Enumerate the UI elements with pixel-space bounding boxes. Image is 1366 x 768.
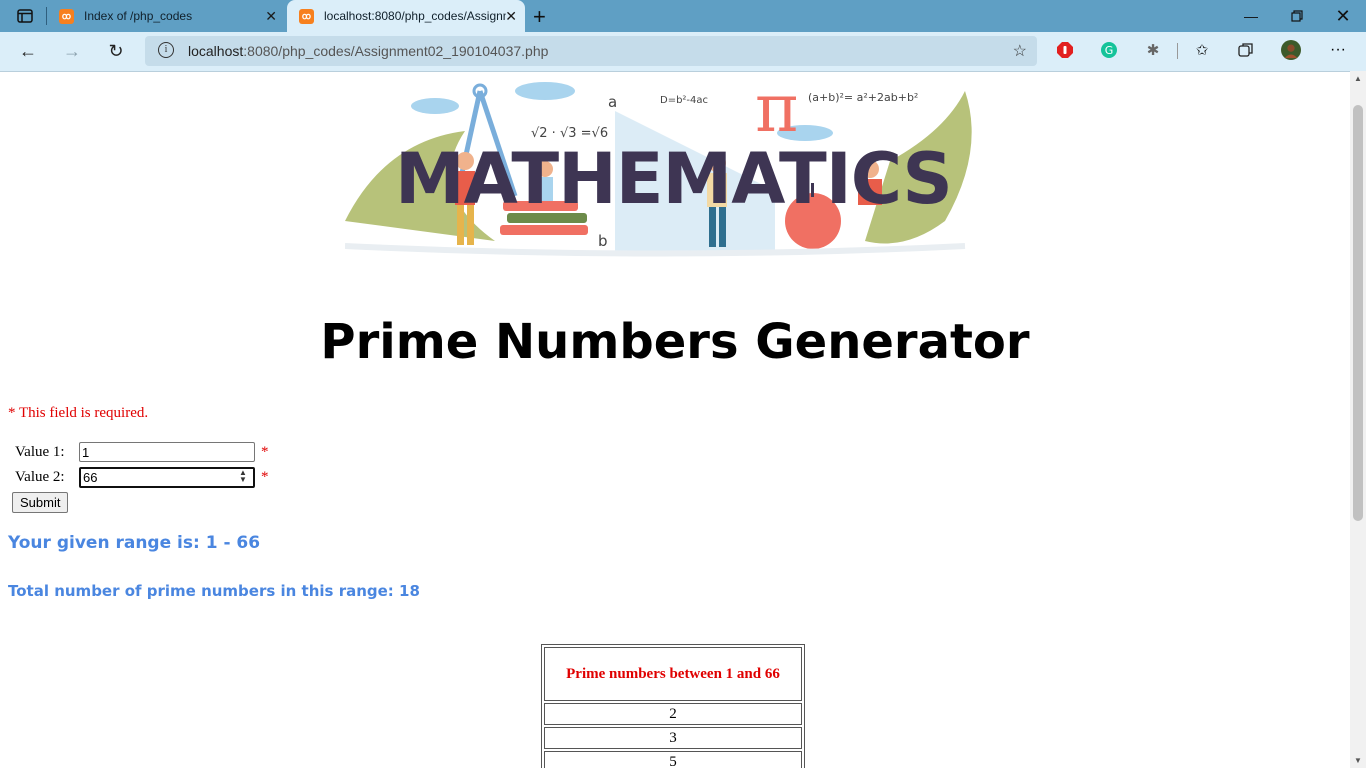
- refresh-icon[interactable]: ↻: [102, 39, 130, 63]
- tab-title: Index of /php_codes: [84, 9, 193, 23]
- toolbar-divider: [1177, 43, 1178, 59]
- value1-input[interactable]: [79, 442, 255, 462]
- bug-extension-icon[interactable]: ✱: [1143, 40, 1163, 60]
- restore-icon[interactable]: [1274, 0, 1320, 32]
- scroll-up-icon[interactable]: ▲: [1354, 74, 1362, 83]
- minimize-icon[interactable]: —: [1228, 0, 1274, 32]
- total-primes-text: Total number of prime numbers in this ra…: [8, 582, 420, 600]
- adblock-extension-icon[interactable]: [1055, 40, 1075, 60]
- grammarly-extension-icon[interactable]: G: [1099, 40, 1119, 60]
- new-tab-icon[interactable]: +: [533, 4, 546, 30]
- table-row: 2: [544, 703, 802, 725]
- required-star: *: [261, 468, 269, 485]
- svg-text:b: b: [598, 232, 608, 250]
- profile-avatar[interactable]: [1281, 40, 1301, 60]
- close-tab-icon[interactable]: ✕: [265, 8, 277, 25]
- value2-label: Value 2:: [15, 468, 65, 485]
- forward-icon[interactable]: →: [58, 39, 86, 63]
- table-row: 5: [544, 751, 802, 768]
- tab-title: localhost:8080/php_codes/Assignment02_19…: [324, 9, 506, 23]
- tab-index-php-codes[interactable]: ꝏ Index of /php_codes ✕: [47, 0, 285, 32]
- svg-text:G: G: [1105, 44, 1114, 57]
- table-header: Prime numbers between 1 and 66: [544, 647, 802, 701]
- collections-icon[interactable]: [1236, 40, 1256, 60]
- tab-assignment[interactable]: ꝏ localhost:8080/php_codes/Assignment02_…: [287, 0, 525, 32]
- address-bar[interactable]: i localhost:8080/php_codes/Assignment02_…: [145, 36, 1037, 66]
- site-info-icon[interactable]: i: [158, 42, 174, 58]
- more-options-icon[interactable]: ···: [1328, 40, 1348, 60]
- value1-label: Value 1:: [15, 443, 65, 460]
- required-field-note: * This field is required.: [8, 405, 149, 421]
- submit-button[interactable]: Submit: [12, 492, 69, 513]
- xampp-icon: ꝏ: [299, 8, 314, 24]
- svg-text:D=b²-4ac: D=b²-4ac: [660, 95, 708, 106]
- tab-bar: ꝏ Index of /php_codes ✕ ꝏ localhost:8080…: [0, 0, 1366, 32]
- tab-actions-icon: [17, 9, 33, 23]
- close-window-icon[interactable]: ✕: [1320, 0, 1366, 32]
- vertical-scrollbar[interactable]: ▲ ▼: [1350, 71, 1366, 768]
- page-viewport: π a D=b²-4ac (a+b)²= a²+2ab+b² √2 · √3 =…: [0, 71, 1350, 768]
- prime-numbers-table: Prime numbers between 1 and 66 2 3 5: [541, 644, 805, 768]
- svg-text:a: a: [608, 93, 617, 111]
- close-tab-icon[interactable]: ✕: [505, 8, 517, 25]
- number-spinner-icon[interactable]: ▲ ▼: [239, 469, 247, 484]
- tab-actions-button[interactable]: [12, 6, 38, 26]
- address-url: localhost:8080/php_codes/Assignment02_19…: [188, 43, 549, 59]
- banner-word: MATHEMATICS: [395, 138, 953, 220]
- page-title: Prime Numbers Generator: [320, 314, 1030, 370]
- given-range-text: Your given range is: 1 - 66: [8, 533, 261, 553]
- navigation-toolbar: ← → ↻ i localhost:8080/php_codes/Assignm…: [0, 32, 1366, 72]
- value2-row: Value 2: ▲▼ *: [15, 466, 269, 488]
- scroll-down-icon[interactable]: ▼: [1354, 756, 1362, 765]
- svg-text:(a+b)²= a²+2ab+b²: (a+b)²= a²+2ab+b²: [808, 91, 918, 104]
- add-favorite-icon[interactable]: ☆: [1013, 41, 1027, 61]
- required-star: *: [261, 443, 269, 460]
- xampp-icon: ꝏ: [59, 8, 74, 24]
- svg-text:π: π: [755, 71, 798, 147]
- table-row: 3: [544, 727, 802, 749]
- scrollbar-thumb[interactable]: [1353, 105, 1363, 521]
- mathematics-banner: π a D=b²-4ac (a+b)²= a²+2ab+b² √2 · √3 =…: [344, 71, 985, 271]
- value1-row: Value 1: *: [15, 441, 269, 463]
- favorites-icon[interactable]: ✩: [1192, 40, 1212, 60]
- value2-input[interactable]: [79, 466, 255, 488]
- back-icon[interactable]: ←: [14, 39, 42, 63]
